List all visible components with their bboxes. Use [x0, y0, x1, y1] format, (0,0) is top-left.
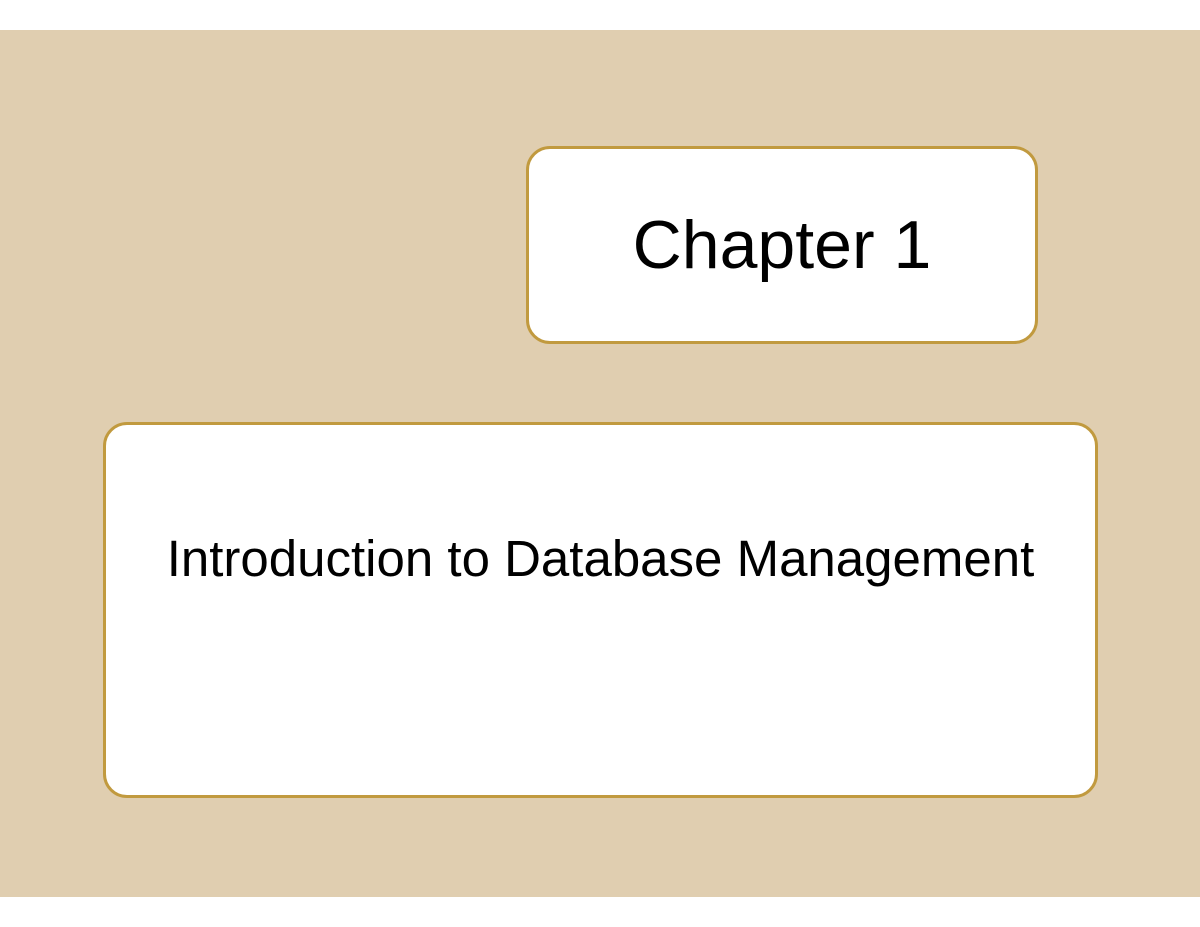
slide-background: Chapter 1 Introduction to Database Manag… [0, 30, 1200, 897]
subtitle-box: Introduction to Database Management [103, 422, 1098, 798]
chapter-title-text: Chapter 1 [633, 206, 932, 284]
subtitle-text: Introduction to Database Management [167, 527, 1035, 591]
chapter-title-box: Chapter 1 [526, 146, 1038, 344]
